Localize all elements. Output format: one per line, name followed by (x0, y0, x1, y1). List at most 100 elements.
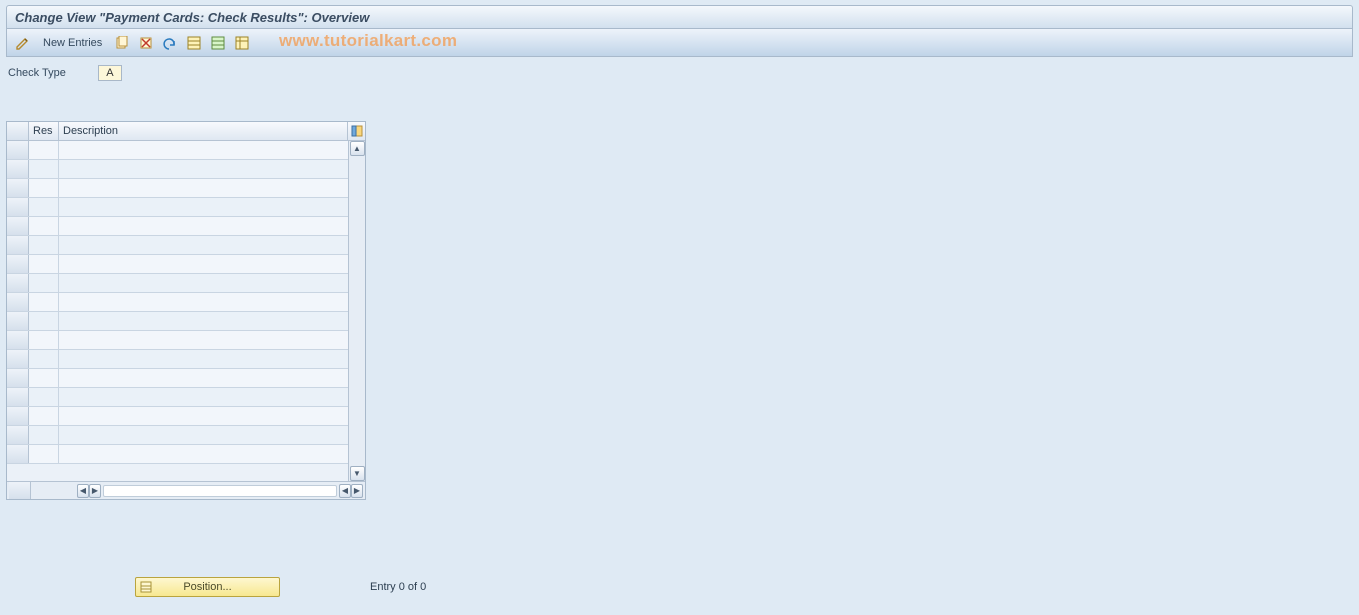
scroll-up-icon[interactable]: ▲ (350, 141, 365, 156)
row-selector[interactable] (7, 141, 29, 159)
row-selector[interactable] (7, 388, 29, 406)
row-selector[interactable] (7, 236, 29, 254)
cell-description[interactable] (59, 160, 348, 178)
table-row[interactable] (7, 274, 348, 293)
select-block-icon[interactable] (208, 33, 228, 53)
cell-res[interactable] (29, 217, 59, 235)
cell-res[interactable] (29, 350, 59, 368)
table-row[interactable] (7, 407, 348, 426)
table-row[interactable] (7, 312, 348, 331)
copy-icon[interactable] (112, 33, 132, 53)
cell-res[interactable] (29, 179, 59, 197)
table-row[interactable] (7, 293, 348, 312)
table-row[interactable] (7, 426, 348, 445)
row-selector[interactable] (7, 274, 29, 292)
content-area: Check Type Res Description ▲ ▼ ◀ ▶ (0, 57, 1359, 607)
row-selector[interactable] (7, 312, 29, 330)
horizontal-scrollbar[interactable]: ◀ ▶ ◀ ▶ (7, 481, 365, 499)
cell-res[interactable] (29, 274, 59, 292)
undo-icon[interactable] (160, 33, 180, 53)
cell-res[interactable] (29, 369, 59, 387)
cell-res[interactable] (29, 445, 59, 463)
table-row[interactable] (7, 331, 348, 350)
row-selector[interactable] (7, 160, 29, 178)
cell-description[interactable] (59, 236, 348, 254)
check-type-input[interactable] (98, 65, 122, 81)
deselect-all-icon[interactable] (232, 33, 252, 53)
cell-res[interactable] (29, 293, 59, 311)
cell-description[interactable] (59, 388, 348, 406)
cell-description[interactable] (59, 312, 348, 330)
cell-description[interactable] (59, 198, 348, 216)
cell-res[interactable] (29, 141, 59, 159)
vertical-scrollbar[interactable]: ▲ ▼ (348, 141, 365, 481)
cell-description[interactable] (59, 179, 348, 197)
hscroll-track[interactable] (103, 485, 337, 497)
row-selector[interactable] (7, 331, 29, 349)
cell-description[interactable] (59, 369, 348, 387)
table-row[interactable] (7, 255, 348, 274)
cell-res[interactable] (29, 388, 59, 406)
scroll-left-step-icon[interactable]: ◀ (339, 484, 351, 498)
table-row[interactable] (7, 445, 348, 464)
footer: Position... Entry 0 of 0 (0, 577, 1359, 597)
results-table: Res Description ▲ ▼ ◀ ▶ ◀ ▶ (6, 121, 366, 500)
column-header-description[interactable]: Description (59, 122, 347, 140)
cell-res[interactable] (29, 426, 59, 444)
select-all-icon[interactable] (184, 33, 204, 53)
cell-res[interactable] (29, 331, 59, 349)
table-row[interactable] (7, 350, 348, 369)
row-selector[interactable] (7, 293, 29, 311)
position-button-label: Position... (183, 581, 231, 593)
cell-description[interactable] (59, 255, 348, 273)
delete-icon[interactable] (136, 33, 156, 53)
scroll-right-step-icon[interactable]: ▶ (89, 484, 101, 498)
table-row[interactable] (7, 369, 348, 388)
table-row[interactable] (7, 388, 348, 407)
scroll-left-icon[interactable]: ◀ (77, 484, 89, 498)
cell-res[interactable] (29, 236, 59, 254)
table-select-all[interactable] (7, 122, 29, 140)
position-icon (139, 580, 153, 594)
cell-description[interactable] (59, 274, 348, 292)
table-row[interactable] (7, 198, 348, 217)
cell-res[interactable] (29, 312, 59, 330)
row-selector[interactable] (7, 407, 29, 425)
cell-res[interactable] (29, 160, 59, 178)
check-type-label: Check Type (8, 67, 66, 79)
scroll-right-icon[interactable]: ▶ (351, 484, 363, 498)
table-row[interactable] (7, 236, 348, 255)
table-body (7, 141, 348, 481)
row-selector[interactable] (7, 369, 29, 387)
table-row[interactable] (7, 217, 348, 236)
table-row[interactable] (7, 141, 348, 160)
cell-res[interactable] (29, 198, 59, 216)
cell-description[interactable] (59, 426, 348, 444)
cell-description[interactable] (59, 217, 348, 235)
cell-res[interactable] (29, 255, 59, 273)
position-button[interactable]: Position... (135, 577, 280, 597)
column-header-res[interactable]: Res (29, 122, 59, 140)
row-selector[interactable] (7, 217, 29, 235)
table-settings-icon[interactable] (347, 122, 365, 140)
new-entries-button[interactable]: New Entries (37, 37, 108, 49)
table-row[interactable] (7, 179, 348, 198)
cell-description[interactable] (59, 331, 348, 349)
table-row[interactable] (7, 160, 348, 179)
cell-description[interactable] (59, 350, 348, 368)
scroll-down-icon[interactable]: ▼ (350, 466, 365, 481)
cell-description[interactable] (59, 141, 348, 159)
row-selector[interactable] (7, 198, 29, 216)
entry-counter: Entry 0 of 0 (370, 581, 426, 593)
cell-description[interactable] (59, 293, 348, 311)
cell-description[interactable] (59, 407, 348, 425)
row-selector[interactable] (7, 350, 29, 368)
row-selector[interactable] (7, 179, 29, 197)
table-corner (9, 482, 31, 499)
row-selector[interactable] (7, 255, 29, 273)
cell-description[interactable] (59, 445, 348, 463)
row-selector[interactable] (7, 445, 29, 463)
row-selector[interactable] (7, 426, 29, 444)
edit-icon[interactable] (13, 33, 33, 53)
cell-res[interactable] (29, 407, 59, 425)
